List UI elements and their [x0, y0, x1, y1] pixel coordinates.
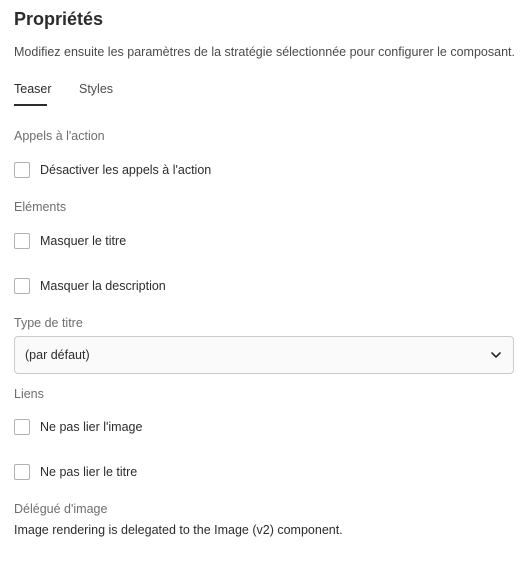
disable-cta-checkbox[interactable]	[14, 161, 30, 178]
title-type-selected-value: (par défaut)	[25, 348, 90, 362]
hide-title-label: Masquer le titre	[40, 233, 127, 248]
section-label-elements: Eléments	[14, 200, 67, 214]
hide-title-checkbox-row[interactable]: Masquer le titre	[14, 231, 126, 250]
disable-cta-checkbox-row[interactable]: Désactiver les appels à l'action	[14, 160, 211, 179]
hide-description-label: Masquer la description	[40, 278, 166, 293]
no-image-link-label: Ne pas lier l'image	[40, 419, 143, 434]
tab-styles[interactable]: Styles	[79, 82, 113, 96]
section-label-image-delegate: Délégué d'image	[14, 502, 108, 516]
no-title-link-checkbox[interactable]	[14, 463, 30, 480]
image-delegate-note: Image rendering is delegated to the Imag…	[14, 523, 343, 537]
disable-cta-label: Désactiver les appels à l'action	[40, 162, 212, 177]
tab-teaser[interactable]: Teaser	[14, 82, 52, 96]
section-label-call-to-action: Appels à l'action	[14, 129, 105, 143]
active-tab-indicator	[14, 104, 47, 106]
hide-title-checkbox[interactable]	[14, 232, 30, 249]
panel-title: Propriétés	[14, 9, 104, 29]
hide-description-checkbox-row[interactable]: Masquer la description	[14, 276, 166, 295]
no-title-link-label: Ne pas lier le titre	[40, 464, 138, 479]
hide-description-checkbox[interactable]	[14, 277, 30, 294]
no-image-link-checkbox[interactable]	[14, 418, 30, 435]
section-label-links: Liens	[14, 387, 44, 401]
title-type-select[interactable]: (par défaut)	[14, 336, 514, 374]
no-image-link-checkbox-row[interactable]: Ne pas lier l'image	[14, 417, 142, 436]
panel-description: Modifiez ensuite les paramètres de la st…	[14, 45, 515, 59]
no-title-link-checkbox-row[interactable]: Ne pas lier le titre	[14, 462, 137, 481]
section-label-title-type: Type de titre	[14, 316, 83, 330]
chevron-down-icon	[491, 350, 501, 360]
